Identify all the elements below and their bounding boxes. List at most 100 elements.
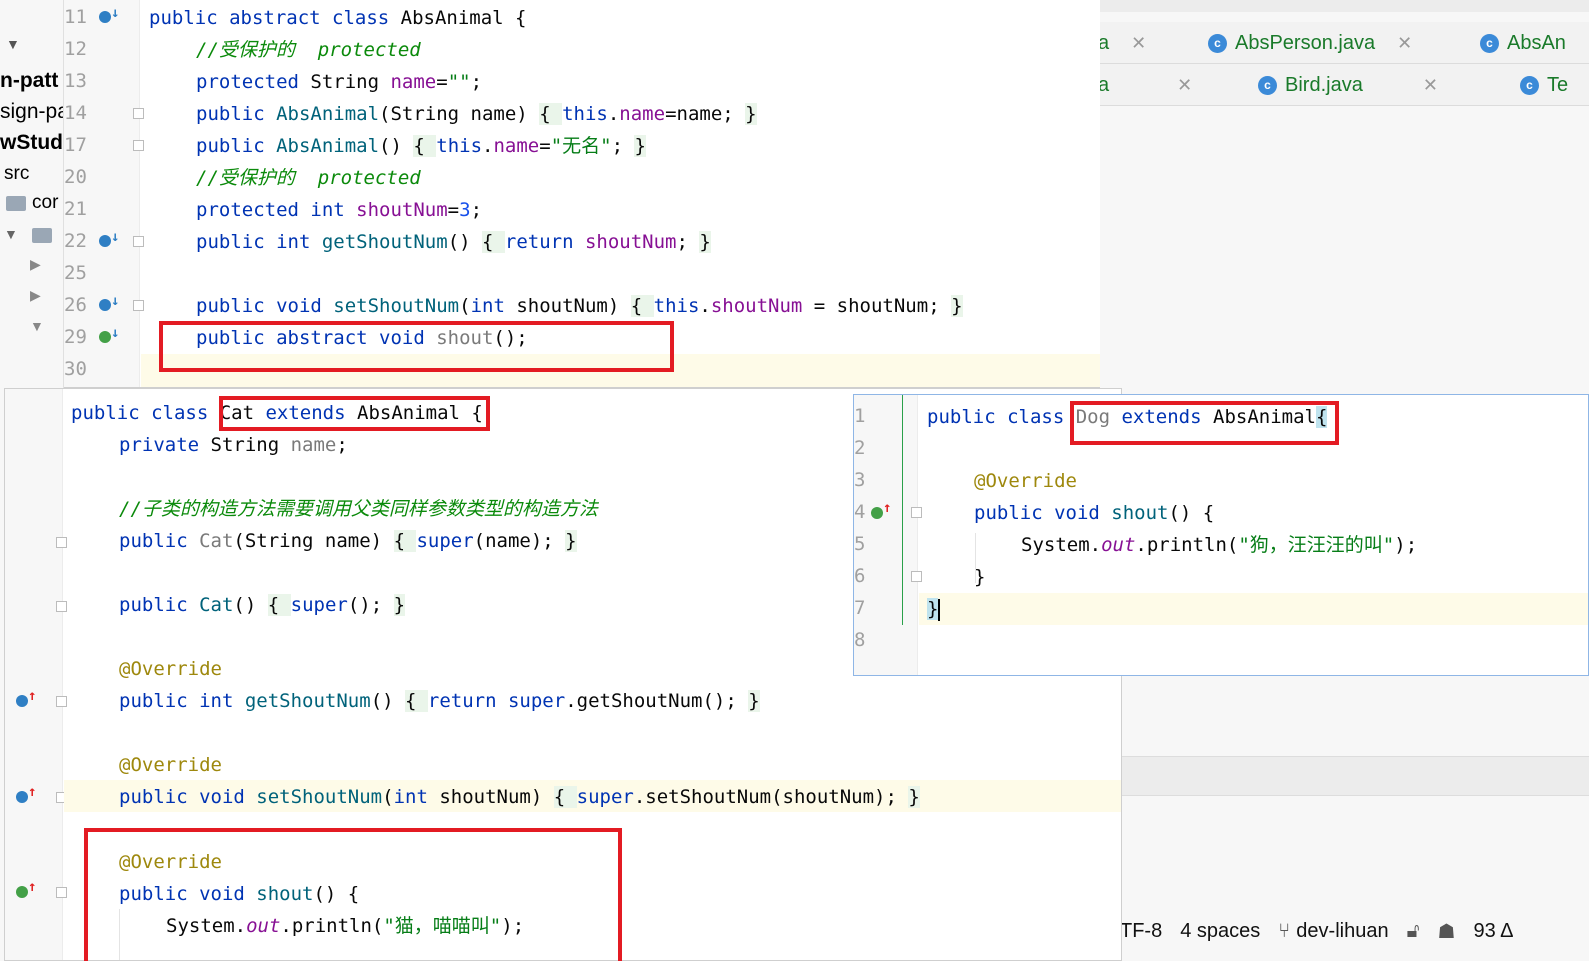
implemented-method-icon[interactable]	[99, 331, 111, 343]
gutter: 1 2 3 4 5 6 7 8 ↑	[854, 395, 922, 675]
annotation: @Override	[119, 754, 222, 776]
encoding-widget[interactable]: TF-8	[1120, 920, 1162, 943]
tool-window-strip	[1100, 756, 1589, 796]
tab-abs-animal[interactable]: c AbsAn	[1480, 22, 1566, 64]
keyword: int	[470, 295, 517, 317]
tab-label: Te	[1547, 73, 1569, 96]
arrow-down-icon: ↓	[111, 229, 120, 245]
fold-icon[interactable]	[133, 108, 144, 119]
fold-icon[interactable]	[133, 140, 144, 151]
chevron-right-icon[interactable]: ▶	[30, 287, 41, 304]
line-number: 11	[64, 6, 87, 28]
keyword: super	[507, 690, 566, 712]
line-number: 6	[854, 565, 866, 587]
type: String	[210, 434, 291, 456]
string: "无名"	[550, 135, 612, 157]
field: name	[493, 135, 540, 157]
project-item[interactable]: wStud	[0, 131, 63, 155]
line-number: 13	[64, 70, 87, 92]
overridden-method-icon[interactable]	[99, 235, 111, 247]
chevron-right-icon[interactable]: ▶	[30, 256, 41, 273]
brace: {	[471, 402, 483, 424]
tab-label: Bird.java	[1285, 73, 1363, 96]
project-item[interactable]: cor	[32, 192, 58, 214]
params: ()	[379, 135, 414, 157]
code-line: public int getShoutNum() { return shoutN…	[196, 226, 711, 258]
keyword: void	[199, 786, 257, 808]
close-icon[interactable]: ✕	[1397, 33, 1412, 54]
fold-icon[interactable]	[911, 571, 922, 582]
class-icon: c	[1480, 33, 1499, 53]
editor-abs-animal[interactable]: 11 12 13 14 17 20 21 22 25 26 29 30 ↓ ↓ …	[64, 0, 1100, 388]
keyword: public	[119, 690, 200, 712]
method: setShoutNum	[256, 786, 383, 808]
chevron-down-icon[interactable]: ▼	[30, 318, 44, 334]
project-item[interactable]: src	[4, 163, 29, 185]
method: Cat	[199, 594, 234, 616]
code-line: public class Dog extends AbsAnimal{	[927, 401, 1328, 433]
field: shoutNum	[584, 231, 677, 253]
folder-icon	[6, 196, 26, 211]
class-name: AbsAnimal {	[400, 7, 527, 29]
keyword: public	[119, 594, 200, 616]
fold-icon[interactable]	[911, 507, 922, 518]
overriding-method-icon[interactable]	[16, 791, 28, 803]
inspector-icon[interactable]: ☗	[1438, 919, 1456, 944]
line-number: 21	[64, 198, 87, 220]
code-line: public Cat(String name) { super(name); }	[119, 525, 577, 557]
indent-widget[interactable]: 4 spaces	[1180, 920, 1260, 943]
brace: }	[393, 594, 406, 616]
brace: }	[951, 295, 963, 317]
code: =name;	[665, 103, 746, 125]
fold-icon[interactable]	[133, 236, 144, 247]
overridden-method-icon[interactable]	[99, 11, 111, 23]
git-branch-icon: ⑂	[1278, 919, 1291, 942]
field: shoutNum	[710, 295, 803, 317]
overriding-method-icon[interactable]	[16, 695, 28, 707]
line-number: 4	[854, 501, 866, 523]
keyword: public	[119, 883, 200, 905]
tab-abs-person[interactable]: c AbsPerson.java ✕	[1208, 22, 1412, 64]
arrow-up-icon: ↑	[883, 500, 892, 516]
fold-icon[interactable]	[133, 300, 144, 311]
editor-dog[interactable]: 1 2 3 4 5 6 7 8 ↑ public class Dog exten…	[853, 394, 1589, 676]
tab-test[interactable]: c Te	[1520, 64, 1568, 106]
overridden-method-icon[interactable]	[99, 299, 111, 311]
current-line-highlight	[141, 354, 1100, 387]
keyword: super	[576, 786, 634, 808]
close-icon[interactable]: ✕	[1177, 75, 1192, 96]
tab-file[interactable]: a ✕	[1100, 22, 1146, 64]
git-branch-widget[interactable]: dev-lihuan	[1296, 920, 1388, 943]
tab-file[interactable]: a ✕	[1100, 64, 1192, 106]
fold-icon[interactable]	[56, 537, 67, 548]
project-item[interactable]: sign-pa	[0, 100, 63, 124]
field: name	[290, 434, 337, 456]
fold-icon[interactable]	[56, 601, 67, 612]
brace: {	[393, 530, 417, 552]
code: () {	[313, 883, 360, 905]
brace: }	[699, 231, 711, 253]
chevron-down-icon[interactable]: ▼	[6, 36, 20, 52]
class-name: Cat	[219, 402, 266, 424]
lock-icon[interactable]: 🔓︎	[1407, 920, 1420, 943]
fold-icon[interactable]	[56, 887, 67, 898]
chevron-down-icon[interactable]: ▼	[4, 226, 18, 242]
tab-bird[interactable]: c Bird.java ✕	[1258, 64, 1438, 106]
code-line: public AbsAnimal(String name) { this.nam…	[196, 98, 757, 130]
line-number: 26	[64, 294, 87, 316]
memory-widget[interactable]: 93 Δ	[1473, 920, 1513, 943]
type: String	[310, 71, 391, 93]
gutter: 11 12 13 14 17 20 21 22 25 26 29 30 ↓ ↓ …	[64, 0, 144, 387]
folder-icon	[32, 228, 52, 243]
brace: {	[267, 594, 291, 616]
keyword: return	[504, 231, 585, 253]
class-icon: c	[1520, 75, 1539, 95]
close-icon[interactable]: ✕	[1131, 33, 1146, 54]
fold-icon[interactable]	[56, 696, 67, 707]
implementing-method-icon[interactable]	[16, 886, 28, 898]
project-item[interactable]: n-patt	[0, 69, 58, 93]
implementing-method-icon[interactable]	[871, 507, 883, 519]
params: ()	[233, 594, 268, 616]
keyword: public	[196, 231, 277, 253]
close-icon[interactable]: ✕	[1423, 75, 1438, 96]
